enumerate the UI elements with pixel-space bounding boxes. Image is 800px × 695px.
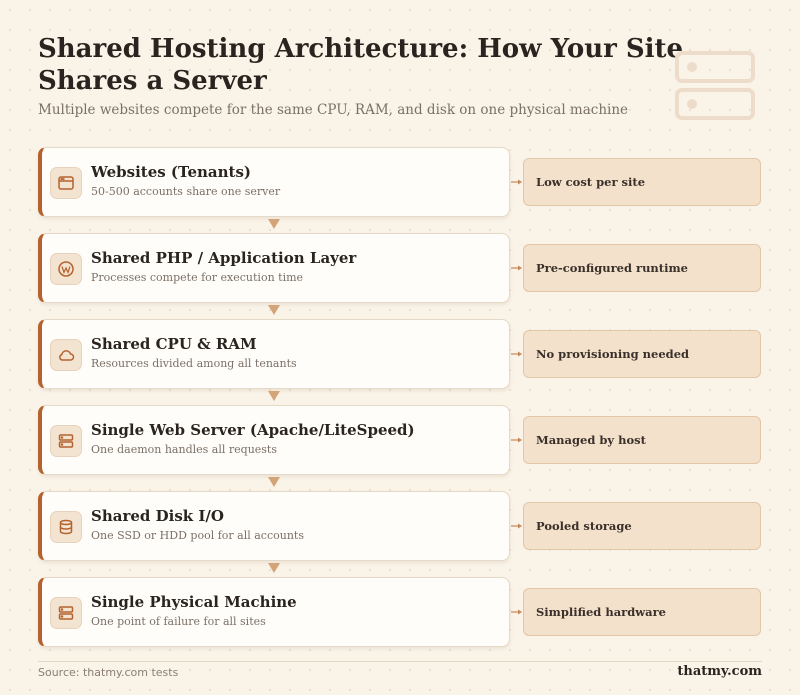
layer-description: One daemon handles all requests — [91, 443, 277, 456]
layer-card-php: Shared PHP / Application Layer Processes… — [38, 233, 510, 303]
layer-note: Pre-configured runtime — [523, 244, 761, 292]
server-icon — [50, 425, 82, 457]
layer-description: 50-500 accounts share one server — [91, 185, 281, 198]
layer-card-websites: Websites (Tenants) 50-500 accounts share… — [38, 147, 510, 217]
footer-divider — [38, 661, 762, 662]
layer-title: Single Web Server (Apache/LiteSpeed) — [91, 421, 415, 439]
layer-description: One point of failure for all sites — [91, 615, 266, 628]
layer-note: Simplified hardware — [523, 588, 761, 636]
layer-title: Shared Disk I/O — [91, 507, 224, 525]
layer-title: Shared PHP / Application Layer — [91, 249, 357, 267]
layer-title: Websites (Tenants) — [91, 163, 252, 181]
down-arrow-icon — [268, 477, 280, 487]
page-subtitle: Multiple websites compete for the same C… — [38, 102, 629, 118]
browser-window-icon — [50, 167, 82, 199]
down-arrow-icon — [268, 305, 280, 315]
source-credit: Source: thatmy.com tests — [38, 666, 179, 679]
layer-title: Single Physical Machine — [91, 593, 297, 611]
connector-arrow-icon — [511, 609, 522, 615]
cloud-icon — [50, 339, 82, 371]
down-arrow-icon — [268, 391, 280, 401]
layer-note: Low cost per site — [523, 158, 761, 206]
layer-card-web-server: Single Web Server (Apache/LiteSpeed) One… — [38, 405, 510, 475]
layer-card-disk-io: Shared Disk I/O One SSD or HDD pool for … — [38, 491, 510, 561]
connector-arrow-icon — [511, 265, 522, 271]
page-title: Shared Hosting Architecture: How Your Si… — [38, 34, 684, 96]
layer-note: Managed by host — [523, 416, 761, 464]
layer-description: Processes compete for execution time — [91, 271, 304, 284]
layer-note: No provisioning needed — [523, 330, 761, 378]
down-arrow-icon — [268, 563, 280, 573]
decorative-server-icon — [675, 51, 755, 120]
layer-title: Shared CPU & RAM — [91, 335, 257, 353]
database-icon — [50, 511, 82, 543]
wordpress-icon — [50, 253, 82, 285]
connector-arrow-icon — [511, 179, 522, 185]
layer-card-cpu-ram: Shared CPU & RAM Resources divided among… — [38, 319, 510, 389]
brand-logo: thatmy.com — [677, 664, 762, 679]
down-arrow-icon — [268, 219, 280, 229]
connector-arrow-icon — [511, 437, 522, 443]
layer-description: Resources divided among all tenants — [91, 357, 297, 370]
connector-arrow-icon — [511, 351, 522, 357]
layer-card-physical-machine: Single Physical Machine One point of fai… — [38, 577, 510, 647]
connector-arrow-icon — [511, 523, 522, 529]
layer-note: Pooled storage — [523, 502, 761, 550]
server-icon — [50, 597, 82, 629]
layer-description: One SSD or HDD pool for all accounts — [91, 529, 304, 542]
